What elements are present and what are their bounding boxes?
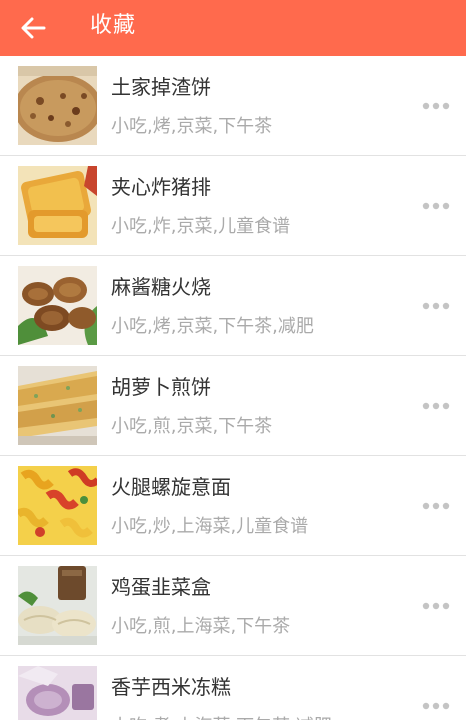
recipe-tags: 小吃,炸,京菜,儿童食谱 [111, 216, 291, 237]
recipe-tags: 小吃,烤,京菜,下午茶 [111, 116, 273, 137]
recipe-tags: 小吃,烤,京菜,下午茶,减肥 [111, 316, 314, 337]
list-item[interactable]: 香芋西米冻糕 小吃,煮,上海菜,下午茶,减肥 [0, 656, 466, 720]
list-item[interactable]: 鸡蛋韭菜盒 小吃,煎,上海菜,下午茶 [0, 556, 466, 656]
recipe-thumbnail [18, 466, 97, 545]
list-item[interactable]: 麻酱糖火烧 小吃,烤,京菜,下午茶,减肥 [0, 256, 466, 356]
recipe-name: 鸡蛋韭菜盒 [111, 575, 211, 599]
recipe-thumbnail [18, 666, 97, 720]
more-options-button[interactable] [422, 94, 450, 118]
more-dots-icon [422, 302, 450, 310]
back-button[interactable] [0, 0, 68, 56]
more-dots-icon [422, 202, 450, 210]
recipe-tags: 小吃,煎,上海菜,下午茶 [111, 616, 291, 637]
recipe-thumbnail [18, 266, 97, 345]
more-dots-icon [422, 702, 450, 710]
favorites-list: 土家掉渣饼 小吃,烤,京菜,下午茶 夹心炸猪排 小吃,炸,京菜,儿童食谱 麻酱糖… [0, 56, 466, 720]
more-dots-icon [422, 402, 450, 410]
recipe-tags: 小吃,煮,上海菜,下午茶,减肥 [111, 712, 332, 720]
more-options-button[interactable] [422, 294, 450, 318]
arrow-left-icon [21, 17, 46, 39]
more-dots-icon [422, 102, 450, 110]
more-dots-icon [422, 602, 450, 610]
recipe-name: 土家掉渣饼 [111, 75, 211, 99]
recipe-name: 香芋西米冻糕 [111, 675, 231, 699]
recipe-name: 胡萝卜煎饼 [111, 375, 211, 399]
recipe-thumbnail [18, 566, 97, 645]
more-options-button[interactable] [422, 494, 450, 518]
list-item[interactable]: 火腿螺旋意面 小吃,炒,上海菜,儿童食谱 [0, 456, 466, 556]
recipe-thumbnail [18, 166, 97, 245]
recipe-thumbnail [18, 66, 97, 145]
list-item[interactable]: 土家掉渣饼 小吃,烤,京菜,下午茶 [0, 56, 466, 156]
more-options-button[interactable] [422, 594, 450, 618]
list-item[interactable]: 夹心炸猪排 小吃,炸,京菜,儿童食谱 [0, 156, 466, 256]
favorites-screen: 收藏 土家掉渣饼 小吃,烤,京菜,下午茶 夹心炸猪排 小吃,炸,京菜,儿童食谱 … [0, 0, 466, 720]
app-bar: 收藏 [0, 0, 466, 56]
recipe-name: 夹心炸猪排 [111, 175, 211, 199]
more-options-button[interactable] [422, 194, 450, 218]
more-dots-icon [422, 502, 450, 510]
more-options-button[interactable] [422, 694, 450, 718]
more-options-button[interactable] [422, 394, 450, 418]
recipe-thumbnail [18, 366, 97, 445]
recipe-name: 麻酱糖火烧 [111, 275, 211, 299]
recipe-name: 火腿螺旋意面 [111, 475, 231, 499]
recipe-tags: 小吃,炒,上海菜,儿童食谱 [111, 516, 309, 537]
list-item[interactable]: 胡萝卜煎饼 小吃,煎,京菜,下午茶 [0, 356, 466, 456]
recipe-tags: 小吃,煎,京菜,下午茶 [111, 416, 273, 437]
page-title: 收藏 [90, 13, 137, 38]
